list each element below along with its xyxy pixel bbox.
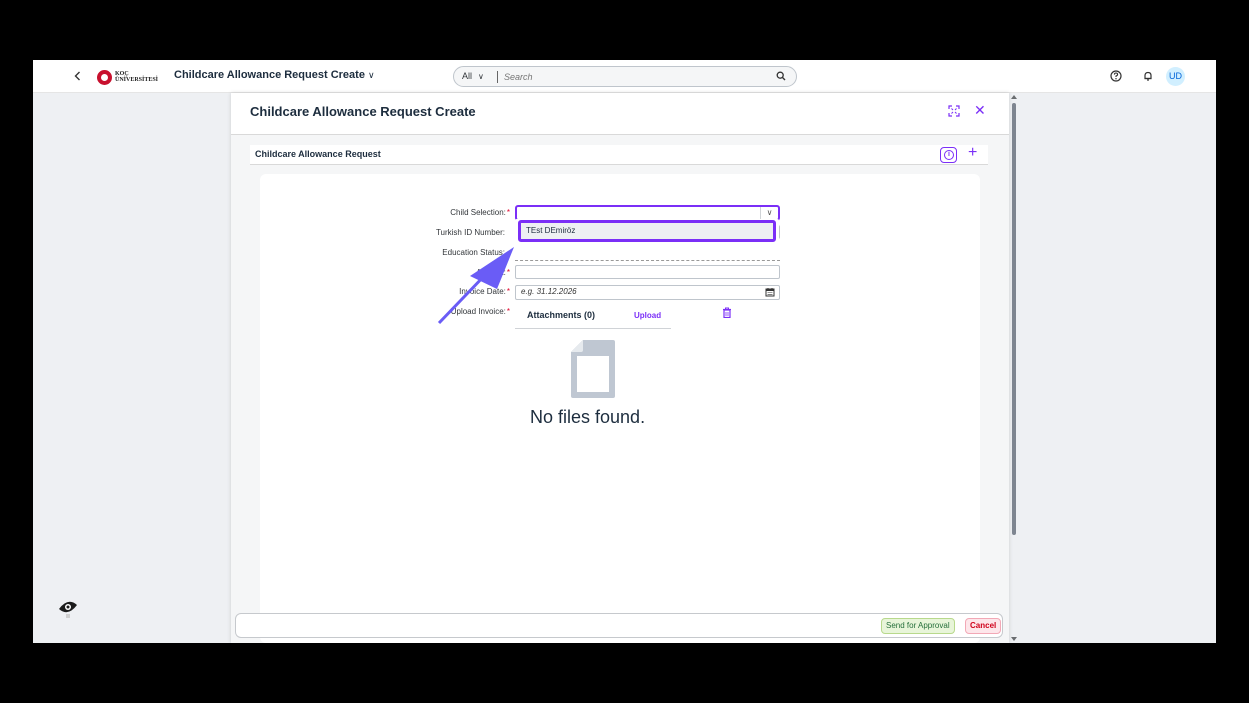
- logo-text: KOÇ ÜNİVERSİTESİ: [115, 71, 158, 83]
- delete-icon[interactable]: [722, 307, 732, 318]
- turkish-id-label: Turkish ID Number:: [435, 228, 505, 237]
- section-title: Childcare Allowance Request: [255, 149, 381, 159]
- no-files-text: No files found.: [530, 407, 646, 427]
- chevron-left-icon: [74, 71, 80, 81]
- info-button[interactable]: i: [940, 147, 957, 163]
- dialog-header: Childcare Allowance Request Create ✕: [231, 93, 1009, 135]
- upload-invoice-label: Upload Invoice:*: [450, 307, 510, 316]
- search-scope-select[interactable]: All ∨: [462, 71, 484, 81]
- search-scope-label: All: [462, 71, 473, 81]
- add-icon[interactable]: +: [968, 144, 977, 162]
- search-bar: All ∨: [453, 66, 797, 87]
- child-selection-label: Child Selection:*: [450, 208, 510, 217]
- koc-university-logo[interactable]: KOÇ ÜNİVERSİTESİ: [97, 69, 158, 85]
- chevron-down-icon: ∨: [478, 72, 484, 81]
- screen: KOÇ ÜNİVERSİTESİ Childcare Allowance Req…: [33, 60, 1216, 643]
- app-title-menu[interactable]: Childcare Allowance Request Create ∨: [174, 69, 375, 81]
- scroll-up-icon[interactable]: [1011, 95, 1017, 99]
- fullscreen-icon[interactable]: [948, 105, 960, 117]
- amount-label: Amount:*: [476, 268, 510, 277]
- send-for-approval-button[interactable]: Send for Approval: [881, 618, 955, 634]
- chevron-down-icon: ∨: [367, 70, 375, 80]
- section-header: Childcare Allowance Request i +: [250, 144, 988, 165]
- avatar[interactable]: UD: [1166, 67, 1185, 86]
- invoice-date-field[interactable]: e.g. 31.12.2026: [515, 285, 780, 300]
- calendar-icon[interactable]: [765, 287, 775, 297]
- invoice-date-placeholder: e.g. 31.12.2026: [521, 287, 577, 296]
- education-status-label: Education Status:: [442, 248, 505, 257]
- dialog-title: Childcare Allowance Request Create: [250, 104, 476, 119]
- upload-button[interactable]: Upload: [634, 311, 661, 320]
- scroll-down-icon[interactable]: [1011, 637, 1017, 641]
- info-icon: i: [944, 150, 954, 160]
- bell-icon[interactable]: [1142, 70, 1154, 82]
- shell-bar: KOÇ ÜNİVERSİTESİ Childcare Allowance Req…: [33, 60, 1216, 93]
- logo-text-line-2: ÜNİVERSİTESİ: [115, 77, 159, 83]
- chevron-down-icon[interactable]: ∨: [760, 207, 778, 219]
- scrollbar-thumb[interactable]: [1012, 103, 1016, 535]
- no-files-document-icon: [571, 340, 615, 398]
- app-title: Childcare Allowance Request Create: [174, 69, 365, 81]
- request-dialog: Childcare Allowance Request Create ✕ Chi…: [231, 93, 1009, 643]
- back-button[interactable]: [71, 69, 85, 83]
- search-icon[interactable]: [776, 71, 786, 81]
- cancel-button[interactable]: Cancel: [965, 618, 1002, 634]
- amount-field[interactable]: [515, 265, 780, 279]
- search-input[interactable]: [504, 70, 764, 84]
- attachments-divider: [515, 328, 671, 329]
- form-card: Child Selection:* Turkish ID Number: Edu…: [260, 174, 980, 643]
- vertical-scrollbar[interactable]: [1010, 93, 1018, 643]
- close-icon[interactable]: ✕: [974, 102, 986, 119]
- invoice-date-label: Invoice Date:*: [459, 287, 510, 296]
- dialog-footer: Send for Approval Cancel: [235, 613, 1003, 638]
- education-status-field: [515, 260, 780, 261]
- search-separator: [497, 71, 498, 83]
- child-selection-dropdown: TEst DEmiröz: [515, 219, 779, 243]
- help-icon[interactable]: [1110, 70, 1122, 82]
- extension-eye-icon[interactable]: [56, 596, 80, 620]
- dropdown-option[interactable]: TEst DEmiröz: [518, 220, 776, 242]
- attachments-title: Attachments (0): [527, 310, 596, 320]
- logo-mark-icon: [97, 69, 112, 85]
